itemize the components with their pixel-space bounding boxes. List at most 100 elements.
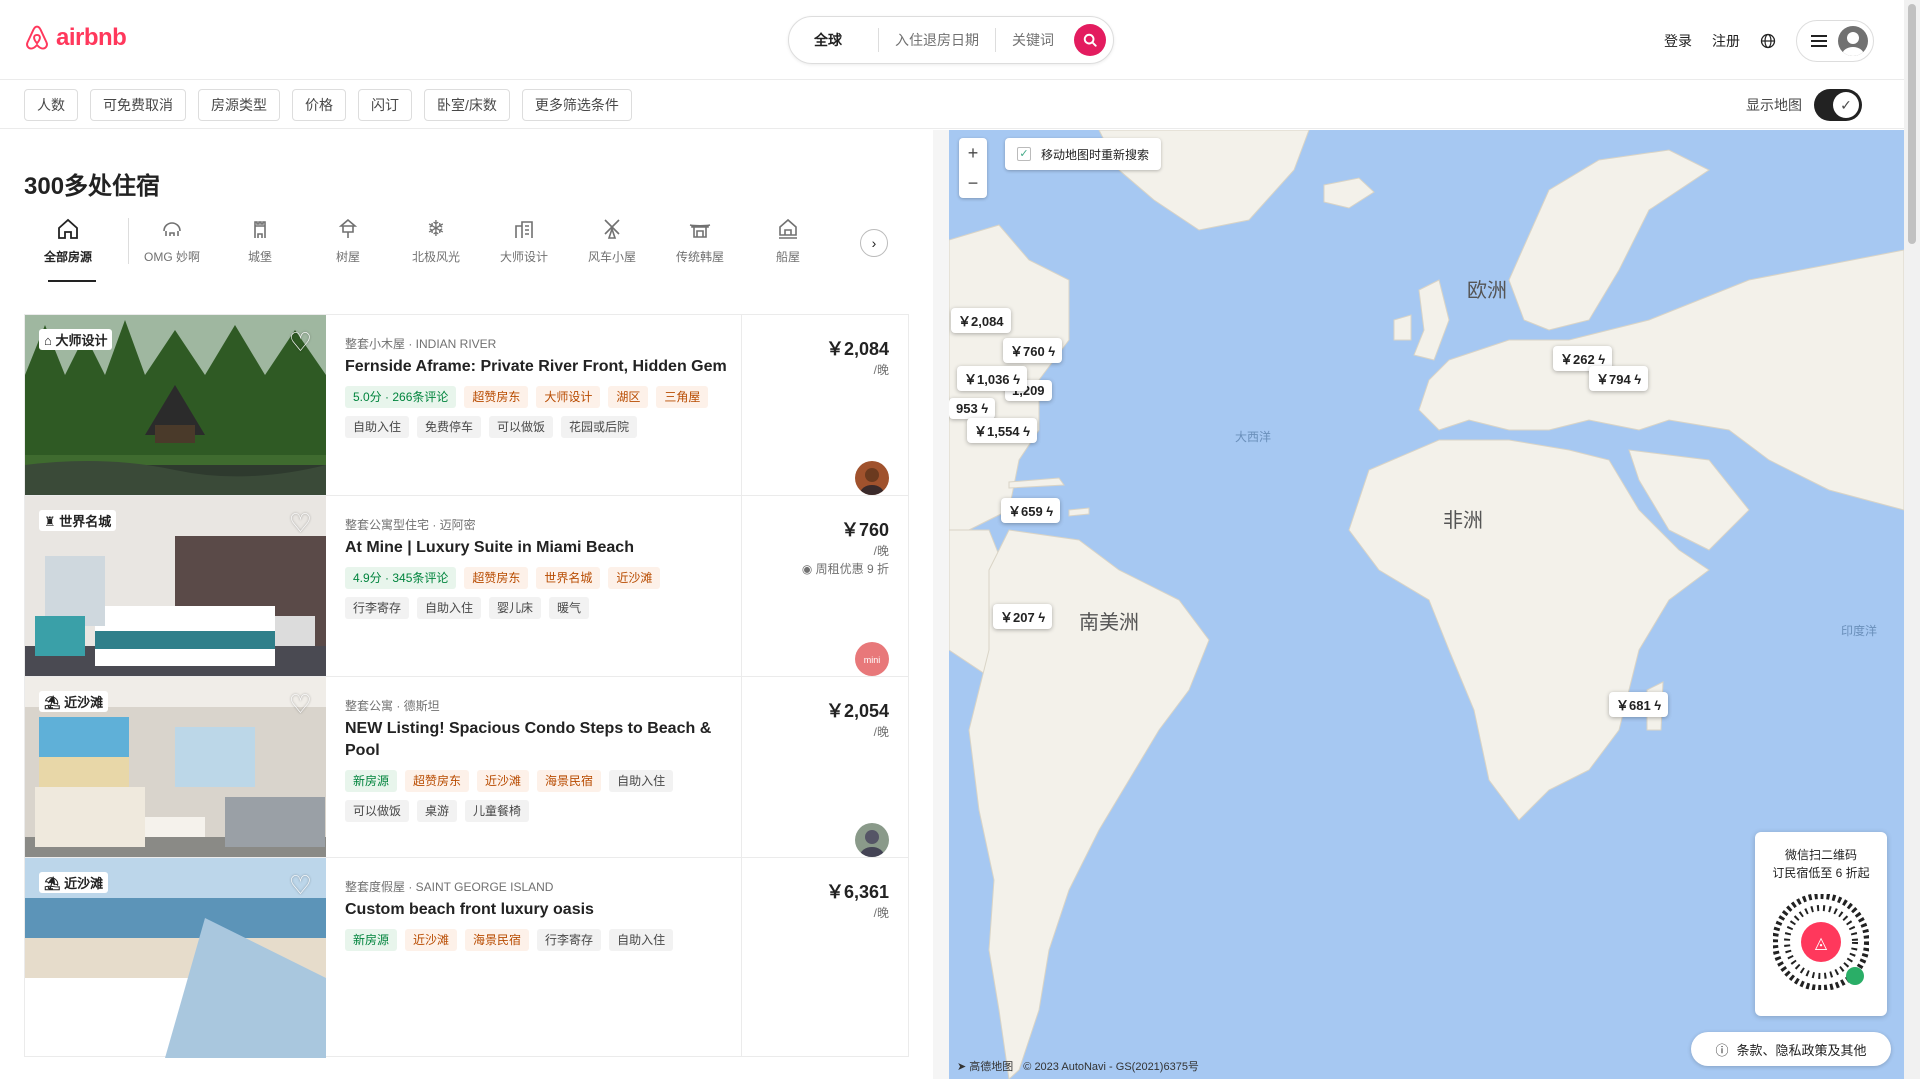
map-price-pin[interactable]: ￥659 ϟ [1001,498,1061,523]
amenity-tag: 自助入住 [345,416,410,438]
host-avatar[interactable] [855,461,889,495]
tag: 海景民宿 [537,770,602,792]
listing-title[interactable]: NEW Listing! Spacious Condo Steps to Bea… [345,718,745,762]
qr-caption-1: 微信扫二维码 [1784,848,1857,862]
search-dates[interactable]: 入住退房日期 [879,28,996,52]
listing-subtitle: 整套公寓 · 德斯坦 [345,699,440,713]
listing-amenities: 行李寄存 自助入住 婴儿床 暖气 [345,597,745,619]
tag: 大师设计 [536,386,601,408]
design-icon [511,216,537,242]
checkbox-icon[interactable]: ✓ [1017,147,1031,161]
map-price-pin[interactable]: ￥1,554 ϟ [967,418,1038,443]
category-hanok[interactable]: 传统韩屋 [656,216,744,265]
signup-link[interactable]: 注册 [1712,31,1740,51]
region-label-europe: 欧洲 [1467,280,1507,302]
filter-free-cancel[interactable]: 可免费取消 [90,89,186,121]
page-scrollbar[interactable] [1904,0,1920,1079]
listing-card[interactable]: ⌂ 大师设计 ♡ 整套小木屋 · INDIAN RIVER Fernside A… [24,314,909,515]
category-omg[interactable]: OMG 妙啊 [128,216,216,265]
airbnb-logo[interactable]: airbnb [24,24,127,52]
listing-photo[interactable]: ⛱ 近沙滩 ♡ [25,858,326,1058]
filter-more[interactable]: 更多筛选条件 [521,89,632,121]
map-price-pin[interactable]: ￥760 ϟ [1003,338,1063,363]
category-label: 城堡 [247,250,272,264]
listing-photo[interactable]: ⛱ 近沙滩 ♡ [25,677,326,877]
listing-card[interactable]: ⛱ 近沙滩 ♡ 整套公寓 · 德斯坦 NEW Listing! Spacious… [24,676,909,877]
filter-instant-book[interactable]: 闪订 [358,89,412,121]
search-button[interactable] [1074,24,1106,56]
listing-amenities: 自助入住 免费停车 可以做饭 花园或后院 [345,416,745,438]
globe-icon[interactable] [1760,33,1776,49]
region-label-africa: 非洲 [1443,510,1483,532]
scrollbar-thumb[interactable] [1908,4,1916,244]
amenity-tag: 桌游 [417,800,458,822]
discount-icon: ◉ [801,562,813,576]
category-boathouse[interactable]: 船屋 [744,216,832,265]
heart-icon[interactable]: ♡ [289,508,312,539]
tag: 近沙滩 [477,770,530,792]
map-attribution: ➤ 高德地图 © 2023 AutoNavi - GS(2021)6375号 [957,1058,1199,1074]
listing-photo[interactable]: ♜ 世界名城 ♡ [25,496,326,696]
amenity-tag: 花园或后院 [561,416,638,438]
map-panel[interactable]: + − ✓ 移动地图时重新搜索 欧洲 非洲 南美洲 大西洋 印度洋 ￥2,084… [949,130,1904,1079]
panel-splitter [933,130,949,1079]
map-price-pin[interactable]: ￥2,084 [951,308,1011,333]
category-treehouse[interactable]: 树屋 [304,216,392,265]
qr-code: ◬ [1773,894,1869,990]
listing-card[interactable]: ⛱ 近沙滩 ♡ 整套度假屋 · SAINT GEORGE ISLAND Cust… [24,857,909,1058]
zoom-controls: + − [959,138,987,198]
research-on-move[interactable]: ✓ 移动地图时重新搜索 [1005,138,1162,170]
tag: 自助入住 [609,770,674,792]
listing-photo[interactable]: ⌂ 大师设计 ♡ [25,315,326,515]
listing-card[interactable]: ♜ 世界名城 ♡ 整套公寓型住宅 · 迈阿密 At Mine | Luxury … [24,495,909,696]
heart-icon[interactable]: ♡ [289,870,312,901]
category-design[interactable]: 大师设计 [480,216,568,265]
listing-badge: ⛱ 近沙滩 [39,872,109,893]
listing-badge: ♜ 世界名城 [39,510,117,531]
listing-title[interactable]: Fernside Aframe: Private River Front, Hi… [345,356,745,378]
zoom-in-button[interactable]: + [968,138,979,168]
user-icon [1842,32,1864,56]
map-price-pin[interactable]: ￥681 ϟ [1609,692,1669,717]
filter-room-type[interactable]: 房源类型 [198,89,280,121]
map-price-pin[interactable]: ￥207 ϟ [993,604,1053,629]
wechat-qr-card[interactable]: 微信扫二维码 订民宿低至 6 折起 ◬ [1755,832,1887,1016]
filter-guests[interactable]: 人数 [24,89,78,121]
listing-title[interactable]: At Mine | Luxury Suite in Miami Beach [345,537,745,559]
price-column: ￥6,361 /晚 [741,858,909,1056]
search-location[interactable]: 全球 [789,28,879,52]
heart-icon[interactable]: ♡ [289,689,312,720]
price-column: ￥2,054 /晚 [741,677,909,875]
category-label: 全部房源 [43,250,92,264]
hanok-icon [687,216,713,242]
listing-title[interactable]: Custom beach front luxury oasis [345,899,745,921]
filter-price[interactable]: 价格 [292,89,346,121]
badge-text: 近沙滩 [64,695,104,710]
category-windmill[interactable]: 风车小屋 [568,216,656,265]
login-link[interactable]: 登录 [1664,31,1692,51]
amenity-tag: 免费停车 [417,416,482,438]
host-avatar[interactable] [855,823,889,857]
boathouse-icon [775,216,801,242]
price: ￥760 [840,520,889,540]
category-all[interactable]: 全部房源 [24,216,112,265]
zoom-out-button[interactable]: − [968,168,979,198]
category-arctic[interactable]: ❄ 北极风光 [392,216,480,265]
show-map-toggle[interactable]: ✓ [1814,89,1862,121]
snowflake-icon: ❄ [426,216,446,241]
category-castle[interactable]: 城堡 [216,216,304,265]
filter-bedrooms[interactable]: 卧室/床数 [424,89,510,121]
tag: 行李寄存 [537,929,602,951]
map-price-pin[interactable]: ￥1,036 ϟ [957,366,1028,391]
search-keyword[interactable]: 关键词 [996,28,1070,52]
host-avatar[interactable]: mini [855,642,889,676]
listing-info: 整套度假屋 · SAINT GEORGE ISLAND Custom beach… [345,878,745,951]
search-bar[interactable]: 全球 入住退房日期 关键词 [788,16,1114,64]
legal-links-button[interactable]: ⓘ 条款、隐私政策及其他 [1691,1032,1891,1066]
info-icon: ⓘ [1715,1042,1729,1058]
map-price-pin[interactable]: 953 ϟ [949,398,996,419]
chevron-right-icon[interactable]: › [860,229,888,257]
user-menu-button[interactable] [1796,20,1874,62]
heart-icon[interactable]: ♡ [289,327,312,358]
map-price-pin[interactable]: ￥794 ϟ [1589,366,1649,391]
